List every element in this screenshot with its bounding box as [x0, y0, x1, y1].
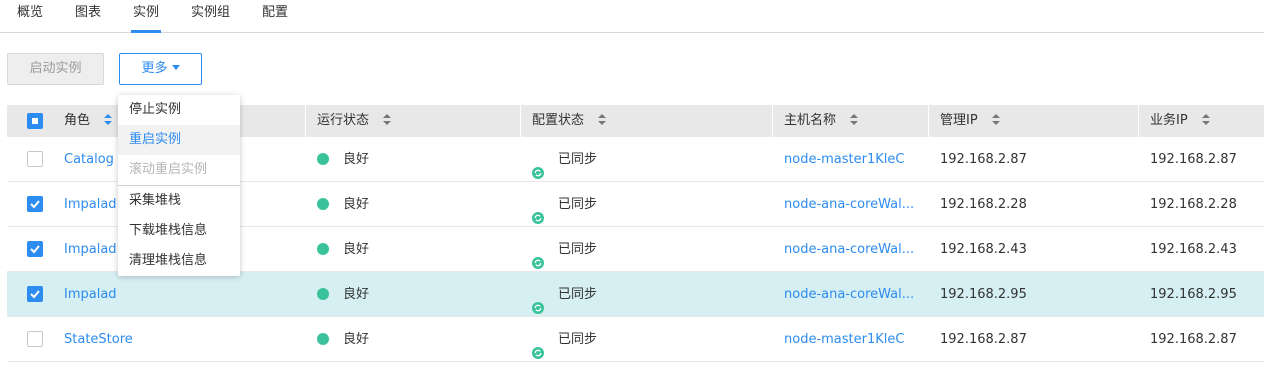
start-instance-button: 启动实例: [7, 53, 104, 85]
menu-item-clear-stack[interactable]: 清理堆栈信息: [118, 246, 240, 276]
run-status-text: 良好: [343, 287, 370, 302]
column-header-biz-ip[interactable]: 业务IP: [1150, 105, 1210, 137]
sort-icon[interactable]: [991, 113, 1000, 126]
run-status-cell: 良好: [317, 182, 369, 227]
status-good-dot-icon: [317, 197, 329, 210]
column-divider: [772, 105, 773, 137]
column-label: 运行状态: [317, 113, 370, 128]
mgmt-ip-cell: 192.168.2.28: [940, 197, 1027, 212]
tab-config[interactable]: 配置: [262, 4, 288, 30]
role-link[interactable]: Impalad: [64, 227, 117, 272]
sync-icon: [532, 153, 544, 179]
tab-charts[interactable]: 图表: [75, 4, 101, 30]
sync-icon: [532, 333, 544, 359]
tab-instances[interactable]: 实例: [130, 4, 162, 33]
table-row[interactable]: Impalad 良好 已同步 node-ana-coreWal... 192.168.2…: [7, 272, 1264, 317]
role-link[interactable]: Impalad: [64, 272, 117, 317]
run-status-text: 良好: [343, 152, 370, 167]
run-status-text: 良好: [343, 197, 370, 212]
column-header-run-status[interactable]: 运行状态: [317, 105, 392, 137]
config-status-text: 已同步: [558, 287, 598, 302]
run-status-cell: 良好: [317, 137, 369, 182]
column-divider: [520, 105, 521, 137]
biz-ip-cell: 192.168.2.28: [1150, 197, 1237, 212]
column-header-hostname[interactable]: 主机名称: [784, 105, 859, 137]
mgmt-ip-cell: 192.168.2.87: [940, 332, 1027, 347]
more-label: 更多: [141, 61, 168, 76]
column-label: 角色: [64, 113, 91, 128]
sync-icon: [532, 243, 544, 269]
hostname-link[interactable]: node-ana-coreWal...: [784, 182, 924, 227]
menu-item-stop-instance[interactable]: 停止实例: [118, 95, 240, 125]
row-checkbox[interactable]: [27, 196, 43, 212]
run-status-cell: 良好: [317, 272, 369, 317]
row-checkbox[interactable]: [27, 286, 43, 302]
config-status-text: 已同步: [558, 152, 598, 167]
run-status-text: 良好: [343, 242, 370, 257]
column-header-config-status[interactable]: 配置状态: [532, 105, 607, 137]
config-status-cell: 已同步: [532, 227, 597, 272]
biz-ip-cell: 192.168.2.43: [1150, 242, 1237, 257]
more-dropdown-button[interactable]: 更多: [119, 53, 202, 85]
biz-ip-cell: 192.168.2.87: [1150, 152, 1237, 167]
menu-item-rolling-restart: 滚动重启实例: [129, 162, 208, 177]
row-checkbox[interactable]: [27, 151, 43, 167]
role-link[interactable]: Catalog: [64, 137, 114, 182]
role-link[interactable]: StateStore: [64, 317, 133, 362]
hostname-link[interactable]: node-ana-coreWal...: [784, 272, 924, 317]
tab-bar: 概览 图表 实例 实例组 配置: [0, 0, 1264, 33]
row-checkbox[interactable]: [27, 331, 43, 347]
config-status-cell: 已同步: [532, 182, 597, 227]
menu-item-download-stack[interactable]: 下载堆栈信息: [118, 216, 240, 246]
sort-icon[interactable]: [598, 113, 607, 126]
mgmt-ip-cell: 192.168.2.43: [940, 242, 1027, 257]
menu-item-collect-stack[interactable]: 采集堆栈: [118, 186, 240, 216]
run-status-text: 良好: [343, 332, 370, 347]
column-divider: [1138, 105, 1139, 137]
config-status-cell: 已同步: [532, 137, 597, 182]
column-label: 业务IP: [1150, 113, 1188, 128]
more-dropdown-menu: 停止实例 重启实例 滚动重启实例 采集堆栈 下载堆栈信息 清理堆栈信息: [118, 95, 240, 276]
column-header-mgmt-ip[interactable]: 管理IP: [940, 105, 1000, 137]
column-label: 配置状态: [532, 113, 585, 128]
column-divider: [928, 105, 929, 137]
sort-icon[interactable]: [104, 113, 113, 126]
config-status-text: 已同步: [558, 197, 598, 212]
status-good-dot-icon: [317, 287, 329, 300]
column-header-role[interactable]: 角色: [64, 105, 113, 137]
sort-icon[interactable]: [383, 113, 392, 126]
status-good-dot-icon: [317, 242, 329, 255]
caret-down-icon: [171, 65, 180, 70]
column-label: 管理IP: [940, 113, 978, 128]
row-checkbox[interactable]: [27, 241, 43, 257]
run-status-cell: 良好: [317, 227, 369, 272]
mgmt-ip-cell: 192.168.2.87: [940, 152, 1027, 167]
column-divider: [305, 105, 306, 137]
hostname-link[interactable]: node-ana-coreWal...: [784, 227, 924, 272]
menu-item-restart-instance[interactable]: 重启实例: [118, 125, 240, 155]
run-status-cell: 良好: [317, 317, 369, 362]
role-link[interactable]: Impalad: [64, 182, 117, 227]
select-all-checkbox[interactable]: [27, 113, 43, 129]
column-label: 主机名称: [784, 113, 837, 128]
config-status-text: 已同步: [558, 242, 598, 257]
sort-icon[interactable]: [1201, 113, 1210, 126]
start-instance-label: 启动实例: [29, 61, 82, 76]
sync-icon: [532, 288, 544, 314]
status-good-dot-icon: [317, 332, 329, 345]
sort-icon[interactable]: [850, 113, 859, 126]
config-status-cell: 已同步: [532, 317, 597, 362]
biz-ip-cell: 192.168.2.87: [1150, 332, 1237, 347]
status-good-dot-icon: [317, 152, 329, 165]
tab-instance-groups[interactable]: 实例组: [191, 4, 230, 30]
tab-overview[interactable]: 概览: [17, 4, 43, 30]
config-status-cell: 已同步: [532, 272, 597, 317]
hostname-link[interactable]: node-master1KleC: [784, 137, 924, 182]
table-row[interactable]: StateStore 良好 已同步 node-master1KleC 192.168.2…: [7, 317, 1264, 362]
config-status-text: 已同步: [558, 332, 598, 347]
sync-icon: [532, 198, 544, 224]
biz-ip-cell: 192.168.2.95: [1150, 287, 1237, 302]
mgmt-ip-cell: 192.168.2.95: [940, 287, 1027, 302]
hostname-link[interactable]: node-master1KleC: [784, 317, 924, 362]
